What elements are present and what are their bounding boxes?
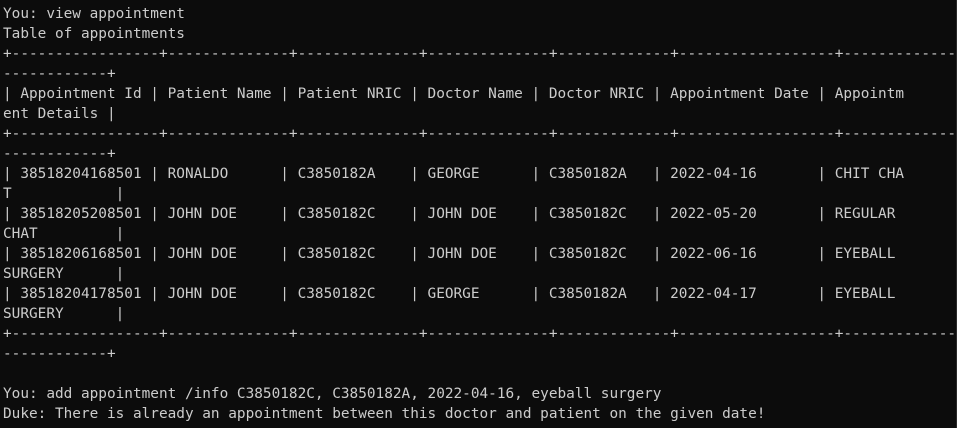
table-row: | 38518204178501 | JOHN DOE | C3850182C … <box>3 286 896 302</box>
table-border-bottom: +-----------------+--------------+------… <box>3 326 957 342</box>
table-row-wrap: SURGERY | <box>3 266 125 282</box>
table-row: | 38518206168501 | JOHN DOE | C3850182C … <box>3 246 896 262</box>
user-command-add: You: add appointment /info C3850182C, C3… <box>3 386 662 402</box>
user-command-view: You: view appointment <box>3 6 185 22</box>
table-border-header-wrap: ------------+ <box>3 146 116 162</box>
table-border-bottom-wrap: ------------+ <box>3 346 116 362</box>
table-header-row-wrap: ent Details | <box>3 106 116 122</box>
terminal-window[interactable]: You: view appointment Table of appointme… <box>0 0 957 428</box>
table-row-wrap: T | <box>3 186 125 202</box>
table-row-wrap: SURGERY | <box>3 306 125 322</box>
table-border-top: +-----------------+--------------+------… <box>3 46 957 62</box>
table-row: | 38518204168501 | RONALDO | C3850182A |… <box>3 166 905 182</box>
table-row: | 38518205208501 | JOHN DOE | C3850182C … <box>3 206 896 222</box>
duke-response: Duke: There is already an appointment be… <box>3 406 766 422</box>
table-border-top-wrap: ------------+ <box>3 66 116 82</box>
table-row-wrap: CHAT | <box>3 226 125 242</box>
table-header-row: | Appointment Id | Patient Name | Patien… <box>3 86 905 102</box>
table-border-header: +-----------------+--------------+------… <box>3 126 957 142</box>
table-caption: Table of appointments <box>3 26 185 42</box>
